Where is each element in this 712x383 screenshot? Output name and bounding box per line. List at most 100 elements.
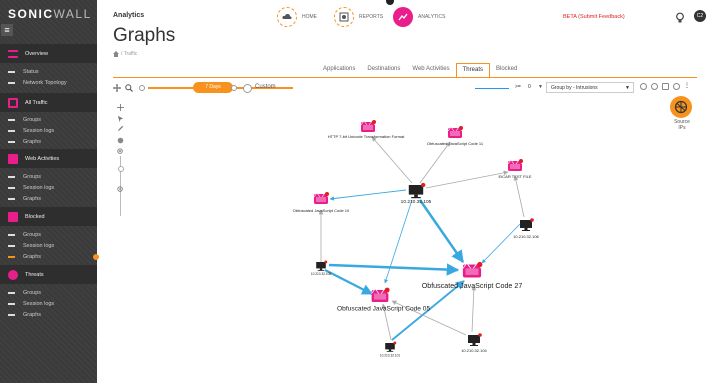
nav-analytics[interactable]: ANALYTICS xyxy=(393,7,445,27)
svg-text:Obfuscated JavaScript Code 27: Obfuscated JavaScript Code 27 xyxy=(422,282,523,290)
sidebar-item-graphs[interactable]: Graphs xyxy=(8,139,41,145)
sidebar-item-graphs-active[interactable]: Graphs xyxy=(8,254,41,260)
overview-icon xyxy=(8,49,18,58)
chevron-down-icon[interactable]: ▼ xyxy=(538,84,543,90)
sidebar-item-graphs[interactable]: Graphs xyxy=(8,196,41,202)
custom-radio[interactable] xyxy=(243,83,252,93)
move-icon[interactable] xyxy=(113,84,121,92)
sidebar-item-session-logs[interactable]: Session logs xyxy=(8,185,54,191)
refresh-icon[interactable] xyxy=(673,83,680,90)
app-root: SONICWALL ≡ Overview Status Network Topo… xyxy=(0,0,712,383)
user-avatar[interactable]: C2 xyxy=(694,10,706,22)
tab-blocked[interactable]: Blocked xyxy=(490,63,523,77)
graph-node-threat[interactable]: Obfuscated JavaScript Code 10 xyxy=(293,191,350,213)
tab-threats[interactable]: Threats xyxy=(455,63,490,78)
graph-node-host[interactable]: 10.210.32.106 xyxy=(513,218,540,239)
nav-home[interactable]: HOME xyxy=(277,7,317,27)
svg-text:10.210.32.105: 10.210.32.105 xyxy=(401,199,432,205)
notification-tab[interactable] xyxy=(386,0,394,5)
lightbulb-icon[interactable] xyxy=(675,11,685,23)
sidebar-item-network-topology[interactable]: Network Topology xyxy=(8,80,67,86)
sidebar-item-groups[interactable]: Groups xyxy=(8,117,41,123)
graph-node-host[interactable]: 10.210.32.105 xyxy=(401,182,432,205)
analytics-icon xyxy=(393,7,413,27)
sidebar-section-all-traffic[interactable]: All Traffic xyxy=(0,93,97,112)
graph-node-host[interactable]: 10.210.32.104 xyxy=(461,333,488,353)
sidebar-section-overview[interactable]: Overview xyxy=(0,44,97,63)
time-slider-thumb[interactable]: 7 Days xyxy=(193,82,233,93)
sidebar-item-session-logs[interactable]: Session logs xyxy=(8,243,54,249)
sidebar-item-groups[interactable]: Groups xyxy=(8,174,41,180)
svg-text:10.210.32.108: 10.210.32.108 xyxy=(311,272,332,276)
home-icon xyxy=(277,7,297,27)
tab-destinations[interactable]: Destinations xyxy=(361,63,406,77)
svg-text:HTTP 7-bit Unicode Transformat: HTTP 7-bit Unicode Transformation Format xyxy=(328,134,406,139)
web-activities-icon xyxy=(8,153,18,164)
graph-edge xyxy=(425,170,509,189)
graph-edge xyxy=(481,223,521,264)
svg-text:EICAR TEST FILE: EICAR TEST FILE xyxy=(499,174,532,179)
breadcrumb: / Traffic xyxy=(113,51,137,57)
custom-label: Custom xyxy=(255,84,276,90)
beta-feedback-link[interactable]: BETA (Submit Feedback) xyxy=(563,14,625,20)
graph-node-threat[interactable]: HTTP 7-bit Unicode Transformation Format xyxy=(328,119,406,139)
page-title: Graphs xyxy=(113,25,176,46)
brand-logo: SONICWALL xyxy=(8,7,92,21)
svg-text:Obfuscated JavaScript Code 10: Obfuscated JavaScript Code 10 xyxy=(293,208,350,213)
graph-node-host[interactable]: 10.210.32.101 xyxy=(380,341,401,358)
chevron-down-icon: ▼ xyxy=(625,85,630,91)
sidebar-section-threats[interactable]: Threats xyxy=(0,265,97,284)
group-by-select[interactable]: Group by - Intrusions ▼ xyxy=(546,82,634,93)
more-icon[interactable]: ⋮ xyxy=(684,83,690,90)
graph-edge xyxy=(418,199,465,264)
graph-tabs: Applications Destinations Web Activities… xyxy=(317,63,523,78)
search-icon[interactable] xyxy=(125,84,133,92)
settings-icon[interactable] xyxy=(651,83,658,90)
top-bar: Analytics HOME REPORTS ANALYTICS BETA (S… xyxy=(97,0,712,36)
reports-icon xyxy=(334,7,354,27)
home-breadcrumb-icon[interactable] xyxy=(113,51,119,57)
graph-node-threat[interactable]: Obfuscated JavaScript Code 11 xyxy=(427,125,484,146)
graph-edge xyxy=(328,263,460,276)
sidebar-section-blocked[interactable]: Blocked xyxy=(0,207,97,226)
graph-node-host[interactable]: 10.210.32.108 xyxy=(311,260,332,276)
svg-text:10.210.32.101: 10.210.32.101 xyxy=(380,354,401,358)
time-slider-start[interactable] xyxy=(139,84,145,91)
layers-icon[interactable] xyxy=(640,83,647,90)
svg-text:10.210.32.106: 10.210.32.106 xyxy=(513,234,539,239)
graph-edge xyxy=(513,175,525,218)
sidebar-item-status[interactable]: Status xyxy=(8,69,39,75)
toolbar-actions: ⋮ xyxy=(640,83,690,90)
graph-edge xyxy=(419,141,451,184)
nav-reports[interactable]: REPORTS xyxy=(334,7,383,27)
graph-toolbar: 7 Days Custom >= 0 ▼ Group by - Intrusio… xyxy=(113,82,697,94)
export-icon[interactable] xyxy=(662,83,669,90)
sidebar-item-session-logs[interactable]: Session logs xyxy=(8,301,54,307)
sidebar-section-web-activities[interactable]: Web Activities xyxy=(0,149,97,168)
filter-value[interactable]: 0 xyxy=(528,84,531,90)
graph-edge xyxy=(471,285,477,333)
sidebar-item-groups[interactable]: Groups xyxy=(8,232,41,238)
time-slider-end[interactable] xyxy=(231,84,237,91)
graph-node-threat[interactable]: Obfuscated JavaScript Code 05 xyxy=(337,287,430,313)
sidebar-item-groups[interactable]: Groups xyxy=(8,290,41,296)
sidebar: SONICWALL ≡ Overview Status Network Topo… xyxy=(0,0,99,383)
svg-text:10.210.32.104: 10.210.32.104 xyxy=(461,348,487,353)
filter-slider[interactable] xyxy=(475,87,509,89)
traffic-icon xyxy=(8,97,18,108)
threats-icon xyxy=(8,269,18,280)
tab-divider xyxy=(113,77,697,78)
menu-icon[interactable]: ≡ xyxy=(1,24,13,36)
tab-applications[interactable]: Applications xyxy=(317,63,361,77)
sidebar-item-session-logs[interactable]: Session logs xyxy=(8,128,54,134)
graph-node-threat[interactable]: EICAR TEST FILE xyxy=(499,158,532,179)
filter-operator[interactable]: >= xyxy=(515,84,521,90)
graph-edge xyxy=(324,269,373,295)
threat-graph[interactable]: HTTP 7-bit Unicode Transformation Format… xyxy=(97,96,712,383)
tab-web-activities[interactable]: Web Activities xyxy=(406,63,455,77)
svg-text:Obfuscated JavaScript Code 05: Obfuscated JavaScript Code 05 xyxy=(337,305,430,312)
blocked-icon xyxy=(8,211,18,222)
graph-node-threat[interactable]: Obfuscated JavaScript Code 27 xyxy=(422,261,523,290)
sidebar-item-graphs[interactable]: Graphs xyxy=(8,312,41,318)
graph-edge xyxy=(329,189,407,201)
